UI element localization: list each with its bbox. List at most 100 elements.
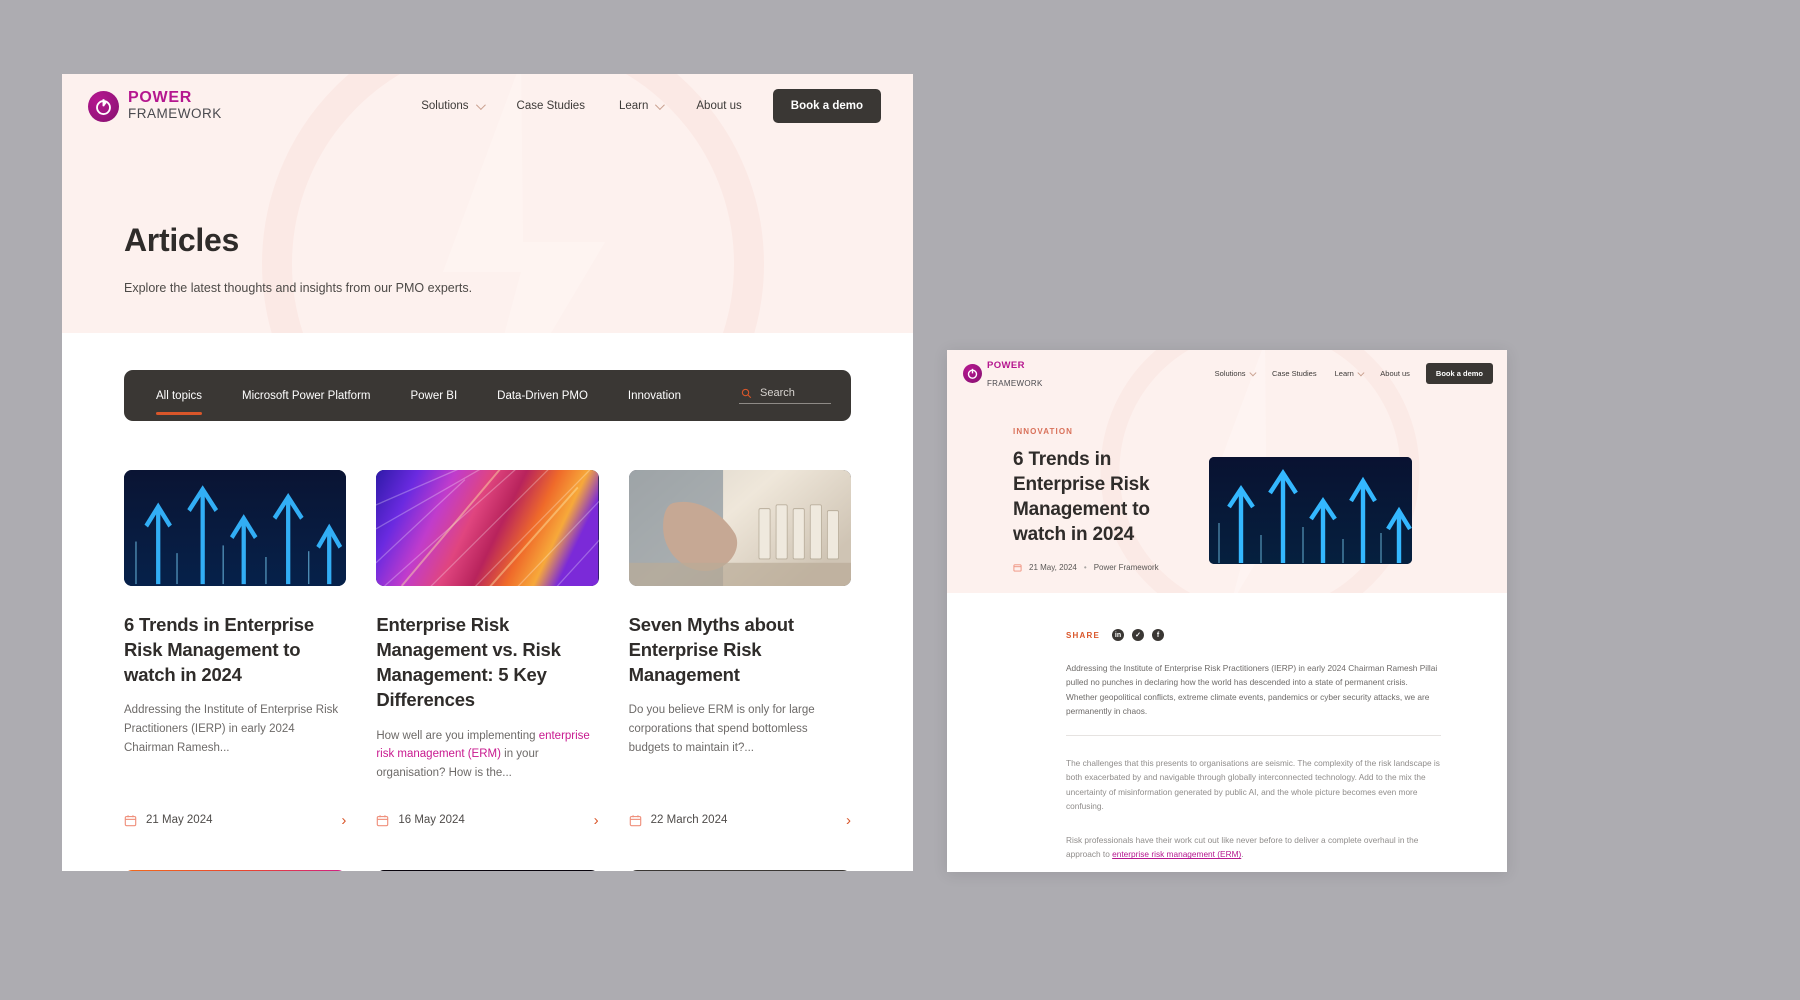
nav-item-label: Learn — [1334, 368, 1354, 378]
orange-magenta-folder-image[interactable] — [124, 869, 347, 871]
article-date: 21 May 2024 — [124, 814, 213, 827]
article-hero-text: INNOVATION 6 Trends in Enterprise Risk M… — [1013, 427, 1183, 572]
nav-item-about-us[interactable]: About us — [679, 92, 758, 120]
calendar-icon — [124, 814, 137, 826]
chevron-right-icon[interactable]: › — [341, 813, 346, 828]
main-navigation: Solutions Case Studies Learn About us Bo… — [404, 89, 881, 123]
nav-item-about-us[interactable]: About us — [1371, 365, 1419, 382]
nav-item-label: About us — [696, 100, 742, 112]
article-detail-window: POWER FRAMEWORK Solutions Case Studies L… — [947, 350, 1507, 872]
article-date: 16 May 2024 — [376, 814, 465, 827]
article-excerpt: Addressing the Institute of Enterprise R… — [124, 701, 346, 757]
logo-text-secondary: FRAMEWORK — [987, 379, 1043, 388]
nav-item-label: Solutions — [1214, 368, 1246, 378]
nav-item-solutions[interactable]: Solutions — [404, 92, 499, 120]
book-a-demo-button[interactable]: Book a demo — [772, 89, 881, 123]
book-a-demo-button[interactable]: Book a demo — [1425, 362, 1493, 384]
article-date: 21 May, 2024 — [1029, 563, 1077, 573]
nav-item-case-studies[interactable]: Case Studies — [500, 92, 602, 120]
main-navigation: Solutions Case Studies Learn About us Bo… — [1206, 362, 1493, 384]
nav-item-solutions[interactable]: Solutions — [1206, 365, 1263, 382]
filter-all-topics[interactable]: All topics — [136, 384, 222, 415]
search-icon — [741, 388, 752, 398]
blue-neon-arrows-image — [124, 470, 347, 586]
logo[interactable]: POWER FRAMEWORK — [88, 90, 222, 122]
filter-innovation[interactable]: Innovation — [608, 384, 701, 408]
power-button-icon — [963, 363, 982, 383]
article-title: 6 Trends in Enterprise Risk Management t… — [1013, 449, 1150, 546]
article-lead-paragraph: Addressing the Institute of Enterprise R… — [1066, 663, 1438, 716]
logo-text-primary: POWER — [987, 360, 1025, 371]
article-card-footer: 22 March 2024 › — [629, 783, 851, 828]
articles-grid: 6 Trends in Enterprise Risk Management t… — [124, 421, 851, 828]
articles-list-body: All topics Microsoft Power Platform Powe… — [62, 333, 913, 871]
article-excerpt: How well are you implementing enterprise… — [376, 727, 598, 783]
logo-text-primary: POWER — [128, 89, 192, 106]
excerpt-text: Addressing the Institute of Enterprise R… — [124, 704, 339, 754]
nav-item-label: Case Studies — [1272, 368, 1317, 378]
paragraph-text: . — [1241, 849, 1244, 860]
share-label: SHARE — [1066, 630, 1101, 640]
filter-label: Microsoft Power Platform — [242, 389, 371, 402]
logo[interactable]: POWER FRAMEWORK — [963, 355, 1043, 391]
article-hero-content: INNOVATION 6 Trends in Enterprise Risk M… — [947, 396, 1507, 572]
filter-label: Power BI — [410, 389, 458, 402]
date-label: 21 May 2024 — [146, 814, 213, 826]
hand-stopping-dominoes-image — [628, 470, 851, 586]
calendar-icon — [377, 814, 389, 826]
article-title[interactable]: Enterprise Risk Management vs. Risk Mana… — [376, 612, 598, 713]
share-row: SHARE in ✓ f — [1066, 629, 1441, 641]
filter-label: All topics — [156, 389, 203, 402]
inline-link-erm[interactable]: enterprise risk management (ERM) — [1112, 849, 1241, 859]
articles-grid-row-2: Subscribe to our — [124, 828, 851, 871]
article-category-badge[interactable]: INNOVATION — [1013, 427, 1183, 436]
article-meta: 21 May, 2024 • Power Framework — [1013, 563, 1183, 572]
article-paragraph: The challenges that this presents to org… — [1066, 758, 1440, 811]
article-excerpt: Do you believe ERM is only for large cor… — [629, 701, 851, 757]
site-header: POWER FRAMEWORK Solutions Case Studies L… — [62, 74, 913, 138]
twitter-icon[interactable]: ✓ — [1132, 629, 1145, 641]
article-title[interactable]: Seven Myths about Enterprise Risk Manage… — [629, 612, 851, 687]
hero-copy: Articles Explore the latest thoughts and… — [62, 138, 913, 295]
newsletter-promo-card[interactable]: Subscribe to our — [628, 869, 851, 871]
screenshot-stage: POWER FRAMEWORK Solutions Case Studies L… — [0, 0, 1800, 1000]
blue-neon-arrows-image — [1209, 457, 1412, 564]
filter-label: Innovation — [627, 389, 681, 402]
filter-label: Data-Driven PMO — [497, 389, 588, 402]
colourful-light-streaks-image — [376, 470, 599, 586]
article-author: Power Framework — [1093, 563, 1159, 573]
calendar-icon — [1013, 564, 1022, 572]
article-card[interactable]: 6 Trends in Enterprise Risk Management t… — [124, 470, 347, 828]
excerpt-text: Do you believe ERM is only for large cor… — [628, 704, 815, 754]
filter-microsoft-power-platform[interactable]: Microsoft Power Platform — [222, 384, 390, 408]
page-subtitle: Explore the latest thoughts and insights… — [124, 281, 473, 295]
article-card[interactable]: Enterprise Risk Management vs. Risk Mana… — [376, 470, 599, 828]
articles-list-window: POWER FRAMEWORK Solutions Case Studies L… — [62, 74, 913, 871]
filter-power-bi[interactable]: Power BI — [390, 384, 477, 408]
search-box[interactable] — [739, 387, 831, 404]
nav-item-learn[interactable]: Learn — [602, 92, 679, 120]
chevron-down-icon — [655, 99, 666, 110]
article-card[interactable]: Seven Myths about Enterprise Risk Manage… — [628, 470, 851, 828]
facebook-icon[interactable]: f — [1152, 629, 1165, 641]
chevron-right-icon[interactable]: › — [846, 813, 851, 828]
chevron-down-icon — [1249, 369, 1256, 376]
list-hero-section: POWER FRAMEWORK Solutions Case Studies L… — [62, 74, 913, 333]
search-input[interactable] — [760, 387, 827, 399]
linkedin-icon[interactable]: in — [1112, 629, 1125, 641]
dark-purple-gradient-image[interactable] — [376, 869, 599, 871]
nav-item-case-studies[interactable]: Case Studies — [1263, 365, 1326, 382]
nav-item-label: Solutions — [421, 100, 469, 112]
nav-item-learn[interactable]: Learn — [1326, 365, 1372, 382]
article-title[interactable]: 6 Trends in Enterprise Risk Management t… — [124, 612, 346, 687]
article-card-footer: 21 May 2024 › — [124, 783, 346, 828]
page-title: Articles — [124, 222, 239, 258]
logo-text-secondary: FRAMEWORK — [128, 106, 222, 121]
site-header: POWER FRAMEWORK Solutions Case Studies L… — [947, 350, 1507, 396]
article-body: SHARE in ✓ f Addressing the Institute of… — [947, 593, 1507, 872]
article-card-footer: 16 May 2024 › — [376, 783, 599, 828]
filter-data-driven-pmo[interactable]: Data-Driven PMO — [477, 384, 608, 408]
article-paragraph: Risk professionals have their work cut o… — [1066, 833, 1441, 862]
nav-item-label: Case Studies — [516, 100, 585, 112]
chevron-right-icon[interactable]: › — [594, 813, 599, 828]
